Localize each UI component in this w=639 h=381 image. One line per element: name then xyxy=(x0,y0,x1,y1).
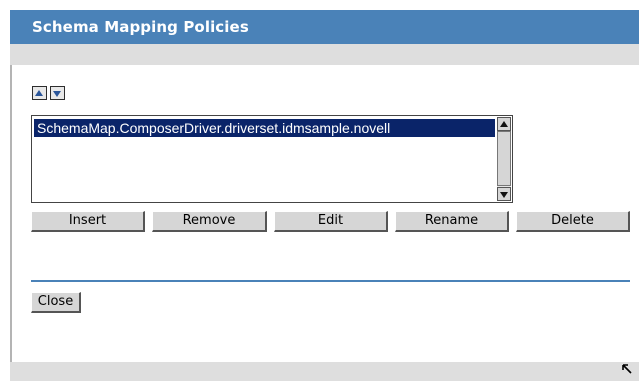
header-strip xyxy=(10,44,639,65)
remove-button[interactable]: Remove xyxy=(152,211,267,232)
section-divider xyxy=(31,280,630,282)
title-bar: Schema Mapping Policies xyxy=(10,10,639,44)
scroll-up-button[interactable] xyxy=(497,117,511,131)
scroll-down-button[interactable] xyxy=(497,187,511,201)
delete-button[interactable]: Delete xyxy=(516,211,630,232)
move-up-button[interactable] xyxy=(32,86,47,100)
insert-button[interactable]: Insert xyxy=(31,211,145,232)
edit-button[interactable]: Edit xyxy=(274,211,388,232)
scroll-up-icon xyxy=(500,121,508,127)
listbox-scrollbar[interactable] xyxy=(497,117,511,201)
arrow-down-icon xyxy=(53,91,61,97)
move-down-button[interactable] xyxy=(50,86,65,100)
rename-button[interactable]: Rename xyxy=(395,211,509,232)
close-button[interactable]: Close xyxy=(31,292,81,313)
scrollbar-thumb[interactable] xyxy=(497,131,511,186)
scroll-down-icon xyxy=(500,192,508,198)
resize-grip-icon[interactable] xyxy=(621,363,635,377)
list-item[interactable]: SchemaMap.ComposerDriver.driverset.idmsa… xyxy=(34,119,495,137)
footer-strip xyxy=(10,362,639,381)
arrow-up-icon xyxy=(35,90,43,96)
policy-listbox[interactable]: SchemaMap.ComposerDriver.driverset.idmsa… xyxy=(31,115,513,203)
page-title: Schema Mapping Policies xyxy=(32,18,249,36)
